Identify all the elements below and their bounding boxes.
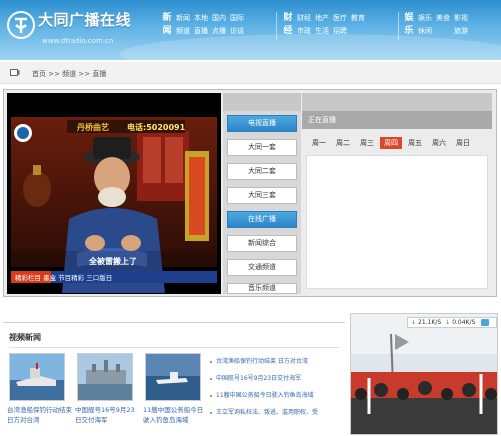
speed-toggle-icon[interactable] [481,319,490,326]
nav-link[interactable]: 访谈 [230,25,244,38]
channel-item-datong-3[interactable]: 大同三套 [227,187,297,204]
video-player[interactable]: 丹桥曲艺 电话:5020091 全被雷搬上了 精彩栏目 墨盒 节目精彩 三口版日 [7,93,221,294]
nav-link[interactable]: 频道 [176,25,190,38]
news-thumbnail[interactable] [77,353,133,401]
program-schedule: 正在直播 周一 周二 周三 周四 周五 周六 周日 [302,93,492,294]
channel-list: 电视直播 大同一套 大同二套 大同三套 在线广播 新闻综合 交通频道 音乐频道 [223,93,301,294]
channel-item-music[interactable]: 音乐频道 [227,283,297,294]
nav-link[interactable]: 影视 [454,12,468,25]
day-tab-tue[interactable]: 周二 [332,137,354,149]
nav-link[interactable]: 财经 [297,12,311,25]
nav-link[interactable]: 市政 [297,25,311,38]
nav-link[interactable]: 娱乐 [418,12,432,25]
nav-group-news: 新闻 新闻 频道 本地 直播 国内 点播 国际 访谈 [161,12,248,38]
photo-panel: ↓ 21.1K/S ↓ 0.04K/S [350,313,498,435]
nav-link[interactable]: 教育 [351,12,365,25]
nav-link[interactable]: 招聘 [333,25,347,38]
nav-link[interactable]: 生活 [315,25,329,38]
channel-item-traffic[interactable]: 交通频道 [227,259,297,276]
breadcrumb[interactable]: 首页 >> 频道 >> 直播 [32,69,106,79]
news-headline-list: 台湾渔船保钓行动结束 日方对台湾 中国航号16号9月23日交付海军 11艘中国公… [210,357,344,425]
news-headline[interactable]: 王立军询私枉法、叛逃、滥用职权、受 [210,408,344,425]
nav-link[interactable]: 本地 [194,12,208,25]
news-headline[interactable]: 中国航号16号9月23日交付海军 [210,374,344,391]
nav-link[interactable]: 国内 [212,12,226,25]
download-speed: 0.04K/S [452,319,476,326]
video-news-section: 视频新闻 台湾渔船保钓行动结束 日方对台湾 中国舰号16号9月23日交付海军 1… [3,322,345,436]
channel-tab-online-radio[interactable]: 在线广播 [227,211,297,228]
nav-group-title: 财经 [283,13,293,36]
day-tab-sat[interactable]: 周六 [428,137,450,149]
nav-link[interactable]: 医疗 [333,12,347,25]
nav-group-finance: 财经 财经 市政 地产 生活 医疗 招聘 教育 [282,12,369,38]
nav-group-entertainment: 娱乐 娱乐 休闲 美食 影视 旅游 [403,12,472,38]
news-caption[interactable]: 11艘中国公务船今日驶入钓鱼岛海域 [143,405,209,425]
video-subtitle: 全被雷搬上了 [89,257,137,266]
video-channel-logo: 丹桥曲艺 [77,123,109,132]
nav-divider [398,12,399,40]
network-speed-indicator: ↓ 21.1K/S ↓ 0.04K/S [407,317,497,328]
schedule-list [306,155,488,289]
channel-list-header [223,93,301,111]
nav-group-title: 新闻 [162,13,172,36]
news-caption[interactable]: 中国舰号16号9月23日交付海军 [75,405,141,425]
upload-speed: 21.1K/S [418,319,442,326]
nav-link[interactable]: 美食 [436,12,450,25]
schedule-header [302,93,492,111]
video-phone-number: 电话:5020091 [127,123,186,132]
site-name[interactable]: 大同广播在线 [38,9,131,30]
channel-item-news[interactable]: 新闻综合 [227,235,297,252]
day-tab-mon[interactable]: 周一 [308,137,330,149]
news-headline[interactable]: 台湾渔船保钓行动结束 日方对台湾 [210,357,344,374]
download-arrow-icon: ↓ [445,319,451,326]
nav-link[interactable]: 直播 [194,25,208,38]
nav-link[interactable]: 国际 [230,12,244,25]
nav-link[interactable]: 新闻 [176,12,190,25]
tv-icon [10,69,20,76]
channel-tab-tv-live[interactable]: 电视直播 [227,115,297,132]
section-title: 视频新闻 [9,333,41,342]
live-player-panel: 丹桥曲艺 电话:5020091 全被雷搬上了 精彩栏目 墨盒 节目精彩 三口版日… [3,89,497,297]
site-url: www.dtradio.com.cn [42,37,114,45]
news-thumbnail[interactable] [145,353,201,401]
day-tab-sun[interactable]: 周日 [452,137,474,149]
schedule-title: 正在直播 [302,111,492,129]
day-tab-wed[interactable]: 周三 [356,137,378,149]
day-tab-fri[interactable]: 周五 [404,137,426,149]
nav-divider [276,12,277,40]
news-headline[interactable]: 11艘中国公务船今日驶入钓鱼岛海域 [210,391,344,408]
breadcrumb-bar: 首页 >> 频道 >> 直播 [0,62,501,84]
channel-item-datong-1[interactable]: 大同一套 [227,139,297,156]
nav-link[interactable]: 旅游 [454,25,468,38]
day-tab-thu[interactable]: 周四 [380,137,402,149]
upload-arrow-icon: ↓ [411,319,417,326]
channel-item-datong-2[interactable]: 大同二套 [227,163,297,180]
nav-link[interactable]: 地产 [315,12,329,25]
news-caption[interactable]: 台湾渔船保钓行动结束 日方对台湾 [7,405,73,425]
day-tabs: 周一 周二 周三 周四 周五 周六 周日 [308,137,476,149]
nav-group-title: 娱乐 [404,13,414,36]
logo-icon[interactable] [6,10,36,40]
site-header: 大同广播在线 www.dtradio.com.cn 新闻 新闻 频道 本地 直播… [0,0,501,60]
protest-photo[interactable] [351,314,498,435]
divider [9,347,339,348]
nav-link[interactable]: 休闲 [418,25,432,38]
video-ticker: 精彩栏目 墨盒 节目精彩 三口版日 [15,274,113,282]
news-thumbnail[interactable] [9,353,65,401]
nav-link[interactable]: 点播 [212,25,226,38]
